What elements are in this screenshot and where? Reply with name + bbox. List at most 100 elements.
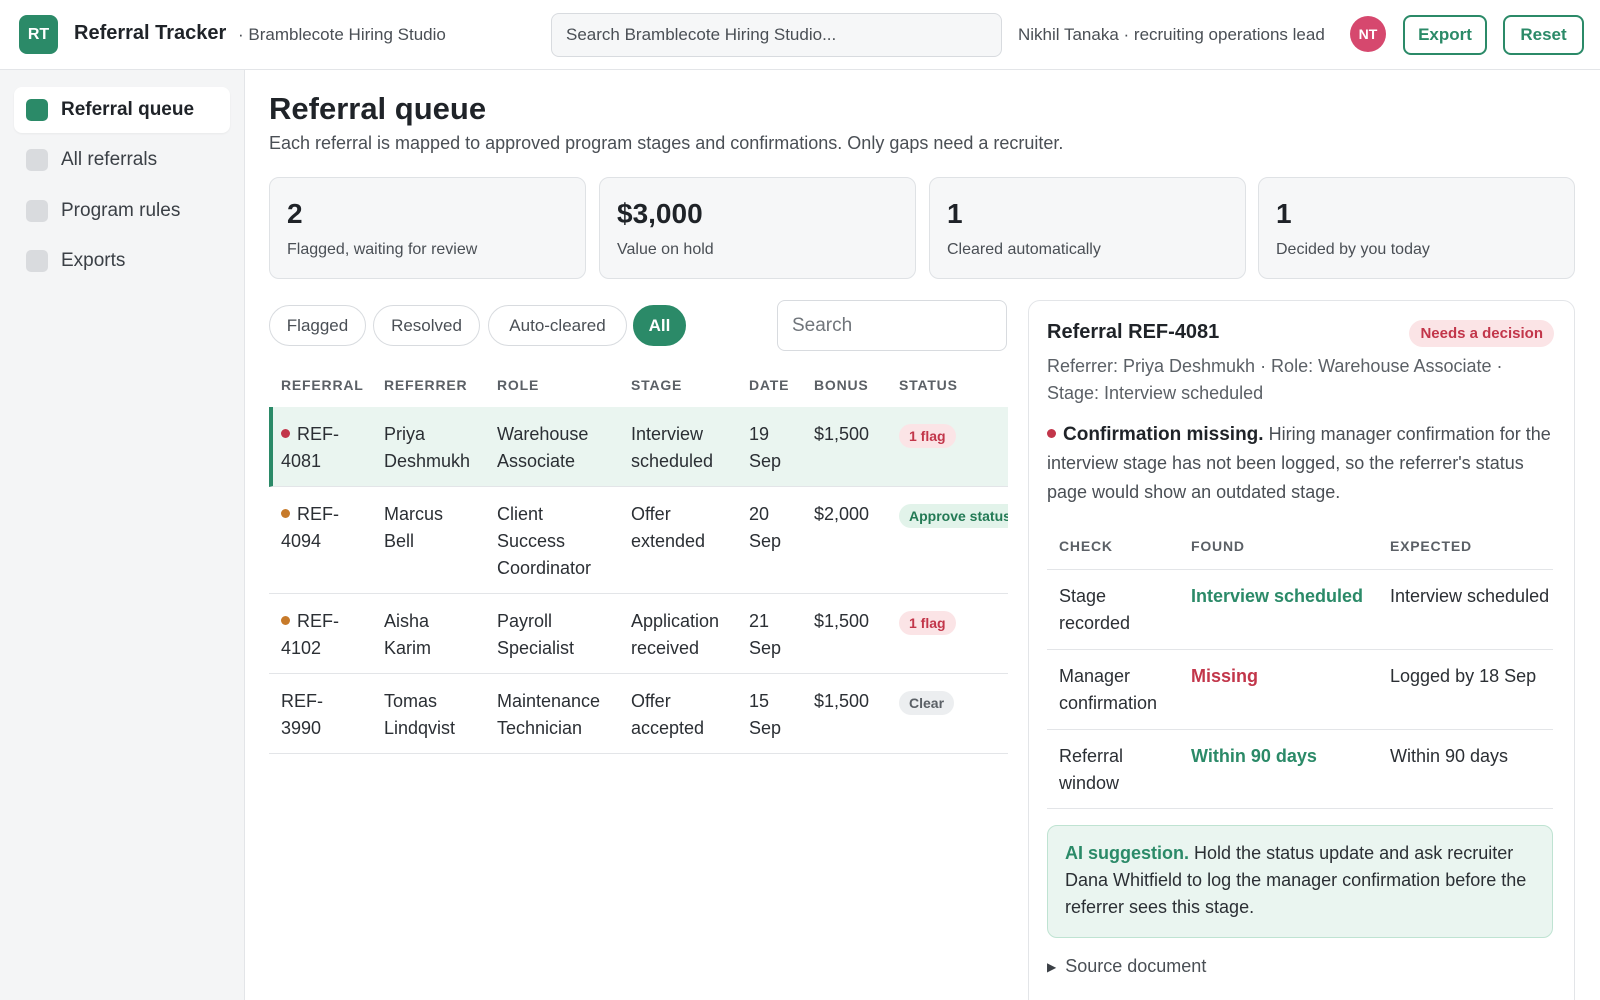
sidebar: Referral queue All referrals Program rul… — [0, 70, 245, 1000]
check-name-2: window — [1059, 773, 1120, 793]
cell-stage: Interview — [631, 424, 704, 444]
list-icon — [26, 149, 48, 171]
cell-referrer: Tomas — [384, 691, 438, 711]
filter-chip-auto-cleared[interactable]: Auto-cleared — [488, 305, 627, 346]
source-document-toggle[interactable]: ▶ Source document — [1047, 956, 1206, 977]
cell-role: Maintenance — [497, 691, 601, 711]
cell-date-month: Sep — [749, 451, 782, 471]
cell-bonus: $1,500 — [814, 424, 870, 444]
column-header-check: CHECK — [1059, 538, 1113, 554]
cell-date-day: 19 — [749, 424, 770, 444]
cell-date-month: Sep — [749, 638, 782, 658]
stat-label: Decided by you today — [1276, 241, 1430, 258]
column-header-bonus[interactable]: BONUS — [814, 377, 869, 393]
check-name-2: recorded — [1059, 613, 1131, 633]
stat-value: 2 — [287, 198, 303, 229]
status-badge[interactable]: 1 flag — [899, 424, 956, 448]
export-button[interactable]: Export — [1403, 15, 1487, 55]
cell-role: Client — [497, 504, 544, 524]
cell-referrer-last: Bell — [384, 531, 415, 551]
cell-stage: Offer — [631, 504, 671, 524]
column-header-role[interactable]: ROLE — [497, 377, 539, 393]
cell-referrer: Marcus — [384, 504, 444, 524]
sidebar-item-exports[interactable]: Exports — [14, 238, 230, 284]
cell-stage: Application — [631, 611, 720, 631]
cell-role-2: Associate — [497, 451, 576, 471]
table-row[interactable]: REF- 4102 Aisha Karim Payroll Specialist Ap… — [269, 594, 1008, 674]
table-row[interactable]: REF- 3990 Tomas Lindqvist Maintenance Techn… — [269, 674, 1008, 754]
column-header-status[interactable]: STATUS — [899, 377, 958, 393]
triangle-right-icon: ▶ — [1047, 959, 1057, 974]
cell-ref-number: 4094 — [281, 531, 322, 551]
stat-label: Cleared automatically — [947, 241, 1101, 258]
avatar[interactable]: NT — [1350, 16, 1386, 52]
check-name: Manager — [1059, 666, 1131, 686]
global-search-input[interactable]: Search Bramblecote Hiring Studio... — [551, 13, 1002, 57]
page-subtitle: Each referral is mapped to approved prog… — [269, 133, 1064, 153]
checks-table: CHECK FOUND EXPECTED Stage recorded Inter… — [1047, 526, 1553, 811]
table-search-placeholder: Search — [792, 314, 853, 336]
detail-meta: Referrer: Priya Deshmukh · Role: Warehou… — [1047, 356, 1503, 403]
cell-referrer-last: Karim — [384, 638, 432, 658]
column-header-referral[interactable]: REFERRAL — [281, 377, 364, 393]
sidebar-item-all-referrals[interactable]: All referrals — [14, 137, 230, 183]
global-search-placeholder: Search Bramblecote Hiring Studio... — [566, 25, 837, 44]
stat-value: 1 — [1276, 198, 1292, 229]
stat-label: Flagged, waiting for review — [287, 241, 478, 258]
check-row: Stage recorded Interview scheduled Interv… — [1047, 569, 1553, 649]
check-found: Interview scheduled — [1191, 586, 1364, 606]
status-badge: Needs a decision — [1409, 320, 1554, 347]
sidebar-item-program-rules[interactable]: Program rules — [14, 188, 230, 234]
cell-date-month: Sep — [749, 531, 782, 551]
detail-title: Referral REF-4081 — [1047, 321, 1220, 343]
sidebar-item-label: Referral queue — [61, 99, 195, 120]
check-row: Referral window Within 90 days Within 90 … — [1047, 729, 1553, 809]
export-icon — [26, 250, 48, 272]
column-header-stage[interactable]: STAGE — [631, 377, 682, 393]
cell-stage: Offer — [631, 691, 671, 711]
table-row[interactable]: REF- 4094 Marcus Bell Client Success Coordin… — [269, 487, 1008, 594]
cell-role: Warehouse — [497, 424, 589, 444]
filter-chip-all[interactable]: All — [633, 305, 686, 346]
stat-card-cleared: 1 Cleared automatically — [929, 177, 1246, 279]
check-found: Within 90 days — [1191, 746, 1317, 766]
sidebar-item-label: Exports — [61, 250, 126, 271]
warning-dot-icon — [281, 615, 290, 625]
filter-chip-resolved[interactable]: Resolved — [373, 305, 480, 346]
status-badge[interactable]: Clear — [899, 691, 955, 715]
user-label: Nikhil Tanaka · recruiting operations le… — [1018, 25, 1325, 44]
stat-value: $3,000 — [617, 198, 703, 229]
flag-dot-icon — [281, 428, 290, 438]
warning-dot-icon — [281, 508, 290, 518]
stat-card-decided: 1 Decided by you today — [1258, 177, 1575, 279]
check-row: Manager confirmation Missing Logged by 18… — [1047, 649, 1553, 729]
approve-status-button[interactable]: Approve status — [899, 504, 1008, 528]
warning-title: Confirmation missing. — [1063, 424, 1264, 445]
cell-referrer-last: Deshmukh — [384, 451, 471, 471]
referral-detail-panel: Referral REF-4081 Needs a decision Refer… — [1028, 300, 1575, 1000]
cell-stage-2: received — [631, 638, 700, 658]
cell-stage-2: scheduled — [631, 451, 714, 471]
cell-date-day: 15 — [749, 691, 770, 711]
cell-date-day: 21 — [749, 611, 770, 631]
check-found: Missing — [1191, 666, 1259, 686]
cell-stage-2: accepted — [631, 718, 705, 738]
cell-bonus: $1,500 — [814, 691, 870, 711]
column-header-date[interactable]: DATE — [749, 377, 789, 393]
stat-label: Value on hold — [617, 241, 714, 258]
org-name: · Bramblecote Hiring Studio — [238, 25, 446, 44]
status-badge[interactable]: 1 flag — [899, 611, 956, 635]
column-header-found: FOUND — [1191, 538, 1245, 554]
table-row[interactable]: REF- 4081 Priya Deshmukh Warehouse Associat… — [269, 407, 1008, 487]
reset-button[interactable]: Reset — [1503, 15, 1584, 55]
alert-dot-icon — [1047, 428, 1056, 438]
sidebar-item-referral-queue[interactable]: Referral queue — [14, 87, 230, 133]
check-expected: Logged by 18 Sep — [1390, 666, 1537, 686]
cell-ref-number: 4102 — [281, 638, 322, 658]
rules-icon — [26, 200, 48, 222]
table-search-input[interactable]: Search — [777, 300, 1007, 351]
cell-referrer-last: Lindqvist — [384, 718, 456, 738]
check-expected: Within 90 days — [1390, 746, 1509, 766]
filter-chip-flagged[interactable]: Flagged — [269, 305, 366, 346]
column-header-referrer[interactable]: REFERRER — [384, 377, 467, 393]
